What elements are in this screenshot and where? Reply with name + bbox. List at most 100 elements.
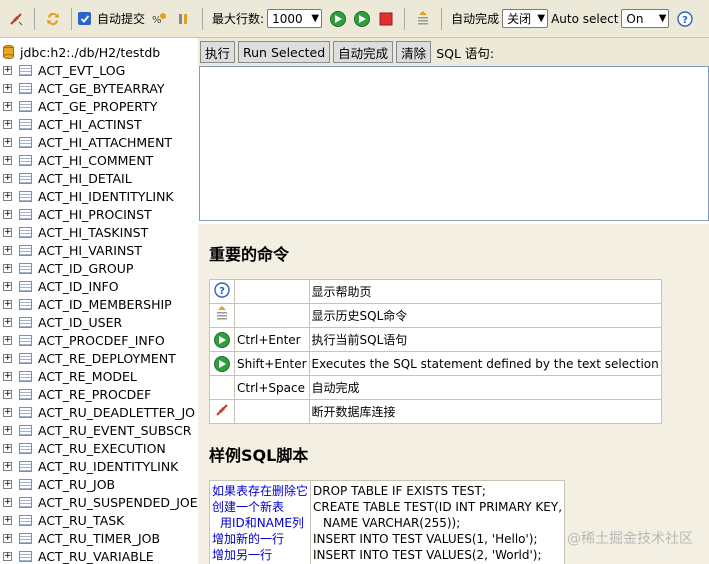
expand-icon[interactable]: + [3, 317, 12, 327]
expand-icon[interactable]: + [3, 173, 12, 183]
example-link[interactable]: 增加新的一行 [212, 531, 308, 547]
tree-item[interactable]: + ACT_ID_INFO [0, 277, 198, 295]
expand-icon[interactable]: + [3, 65, 12, 75]
table-icon [19, 370, 32, 382]
tree-item[interactable]: + ACT_RE_MODEL [0, 367, 198, 385]
expand-icon[interactable]: + [3, 371, 12, 381]
expand-icon[interactable]: + [3, 245, 12, 255]
table-icon [19, 190, 32, 202]
expand-icon[interactable]: + [3, 533, 12, 543]
tree-item[interactable]: + ACT_HI_TASKINST [0, 223, 198, 241]
execute-button[interactable]: 执行 [200, 41, 236, 63]
table-icon [19, 550, 32, 562]
expand-icon[interactable]: + [3, 389, 12, 399]
tree-item[interactable]: + ACT_HI_DETAIL [0, 169, 198, 187]
auto-select-select[interactable]: On ▼ [621, 9, 670, 28]
tree-item[interactable]: + ACT_GE_PROPERTY [0, 97, 198, 115]
tree-item[interactable]: + ACT_ID_USER [0, 313, 198, 331]
expand-icon[interactable]: + [3, 299, 12, 309]
history-icon[interactable] [413, 9, 433, 29]
tree-item[interactable]: + ACT_RU_DEADLETTER_JO [0, 403, 198, 421]
table-name: ACT_HI_IDENTITYLINK [38, 188, 174, 204]
tree-item[interactable]: + ACT_RU_EXECUTION [0, 439, 198, 457]
tree-item[interactable]: + ACT_RU_TASK [0, 511, 198, 529]
tree-item[interactable]: + ACT_GE_BYTEARRAY [0, 79, 198, 97]
expand-icon[interactable]: + [3, 209, 12, 219]
disconnect-icon[interactable] [6, 9, 26, 29]
help-icon: ? [214, 282, 230, 298]
tree-item[interactable]: + ACT_HI_ATTACHMENT [0, 133, 198, 151]
expand-icon[interactable]: + [3, 281, 12, 291]
refresh-icon[interactable] [43, 9, 63, 29]
run-icon[interactable] [328, 9, 348, 29]
examples-descriptions: 如果表存在删除它 创建一个新表 用ID和NAME列 增加新的一行 增加另一行 [208, 480, 312, 564]
tree-item[interactable]: + ACT_RU_SUSPENDED_JOE [0, 493, 198, 511]
tree-item[interactable]: + ACT_ID_GROUP [0, 259, 198, 277]
expand-icon[interactable]: + [3, 101, 12, 111]
example-link[interactable]: 如果表存在删除它 [212, 483, 308, 499]
auto-select-value: On [626, 11, 644, 26]
expand-icon[interactable]: + [3, 479, 12, 489]
expand-icon[interactable]: + [3, 461, 12, 471]
command-description: 自动完成 [308, 375, 662, 400]
table-name: ACT_HI_COMMENT [38, 152, 154, 168]
tree-item[interactable]: + ACT_RU_VARIABLE [0, 547, 198, 564]
tree-item[interactable]: + ACT_RU_TIMER_JOB [0, 529, 198, 547]
expand-icon[interactable]: + [3, 353, 12, 363]
table-icon [19, 406, 32, 418]
expand-icon[interactable]: + [3, 155, 12, 165]
table-name: ACT_RU_SUSPENDED_JOE [38, 494, 198, 510]
tree-item[interactable]: + ACT_RE_PROCDEF [0, 385, 198, 403]
expand-icon[interactable]: + [3, 335, 12, 345]
sql-editor[interactable] [199, 66, 709, 221]
autocommit-on-icon[interactable]: % [150, 9, 170, 29]
expand-icon[interactable]: + [3, 263, 12, 273]
tree-item[interactable]: + ACT_HI_COMMENT [0, 151, 198, 169]
run-selected-icon [214, 355, 230, 372]
expand-icon[interactable]: + [3, 497, 12, 507]
clear-button[interactable]: 清除 [396, 41, 432, 63]
autocommit-off-icon[interactable] [174, 9, 194, 29]
tree-item[interactable]: + ACT_RE_DEPLOYMENT [0, 349, 198, 367]
example-link[interactable]: 创建一个新表 [212, 499, 308, 515]
expand-icon[interactable]: + [3, 83, 12, 93]
tree-item[interactable]: + ACT_HI_IDENTITYLINK [0, 187, 198, 205]
run-selected-icon[interactable] [352, 9, 372, 29]
autocommit-checkbox[interactable] [78, 12, 91, 25]
command-shortcut [234, 303, 310, 328]
autocomplete-button[interactable]: 自动完成 [333, 41, 394, 63]
stop-icon[interactable] [376, 9, 396, 29]
expand-icon[interactable]: + [3, 119, 12, 129]
expand-icon[interactable]: + [3, 551, 12, 561]
example-link[interactable]: 用ID和NAME列 [212, 515, 308, 531]
run-selected-button[interactable]: Run Selected [238, 41, 331, 63]
expand-icon[interactable]: + [3, 443, 12, 453]
expand-icon[interactable]: + [3, 191, 12, 201]
main-toolbar: 自动提交 % 最大行数: 1000 ▼ 自动完成 关闭 ▼ Auto selec… [0, 0, 709, 38]
expand-icon[interactable]: + [3, 227, 12, 237]
tree-item[interactable]: + ACT_HI_ACTINST [0, 115, 198, 133]
tree-item[interactable]: + ACT_HI_PROCINST [0, 205, 198, 223]
help-icon[interactable]: ? [675, 9, 695, 29]
expand-icon[interactable]: + [3, 407, 12, 417]
expand-icon[interactable]: + [3, 137, 12, 147]
expand-icon[interactable]: + [3, 515, 12, 525]
svg-text:?: ? [219, 286, 225, 297]
expand-icon[interactable]: + [3, 425, 12, 435]
tree-item[interactable]: + ACT_EVT_LOG [0, 61, 198, 79]
table-name: ACT_RE_PROCDEF [38, 386, 152, 402]
tree-item[interactable]: + ACT_RU_EVENT_SUBSCR [0, 421, 198, 439]
tree-item[interactable]: + ACT_RU_JOB [0, 475, 198, 493]
svg-text:?: ? [683, 15, 689, 26]
example-link[interactable]: 增加另一行 [212, 547, 308, 563]
command-row: 断开数据库连接 [209, 399, 662, 424]
sql-statement-label: SQL 语句: [436, 45, 495, 61]
tree-item[interactable]: + ACT_ID_MEMBERSHIP [0, 295, 198, 313]
tree-item[interactable]: + ACT_PROCDEF_INFO [0, 331, 198, 349]
table-icon [19, 424, 32, 436]
autocomplete-select[interactable]: 关闭 ▼ [502, 9, 549, 28]
tree-root[interactable]: jdbc:h2:./db/H2/testdb [0, 43, 198, 61]
tree-item[interactable]: + ACT_HI_VARINST [0, 241, 198, 259]
tree-item[interactable]: + ACT_RU_IDENTITYLINK [0, 457, 198, 475]
max-rows-select[interactable]: 1000 ▼ [267, 9, 323, 28]
